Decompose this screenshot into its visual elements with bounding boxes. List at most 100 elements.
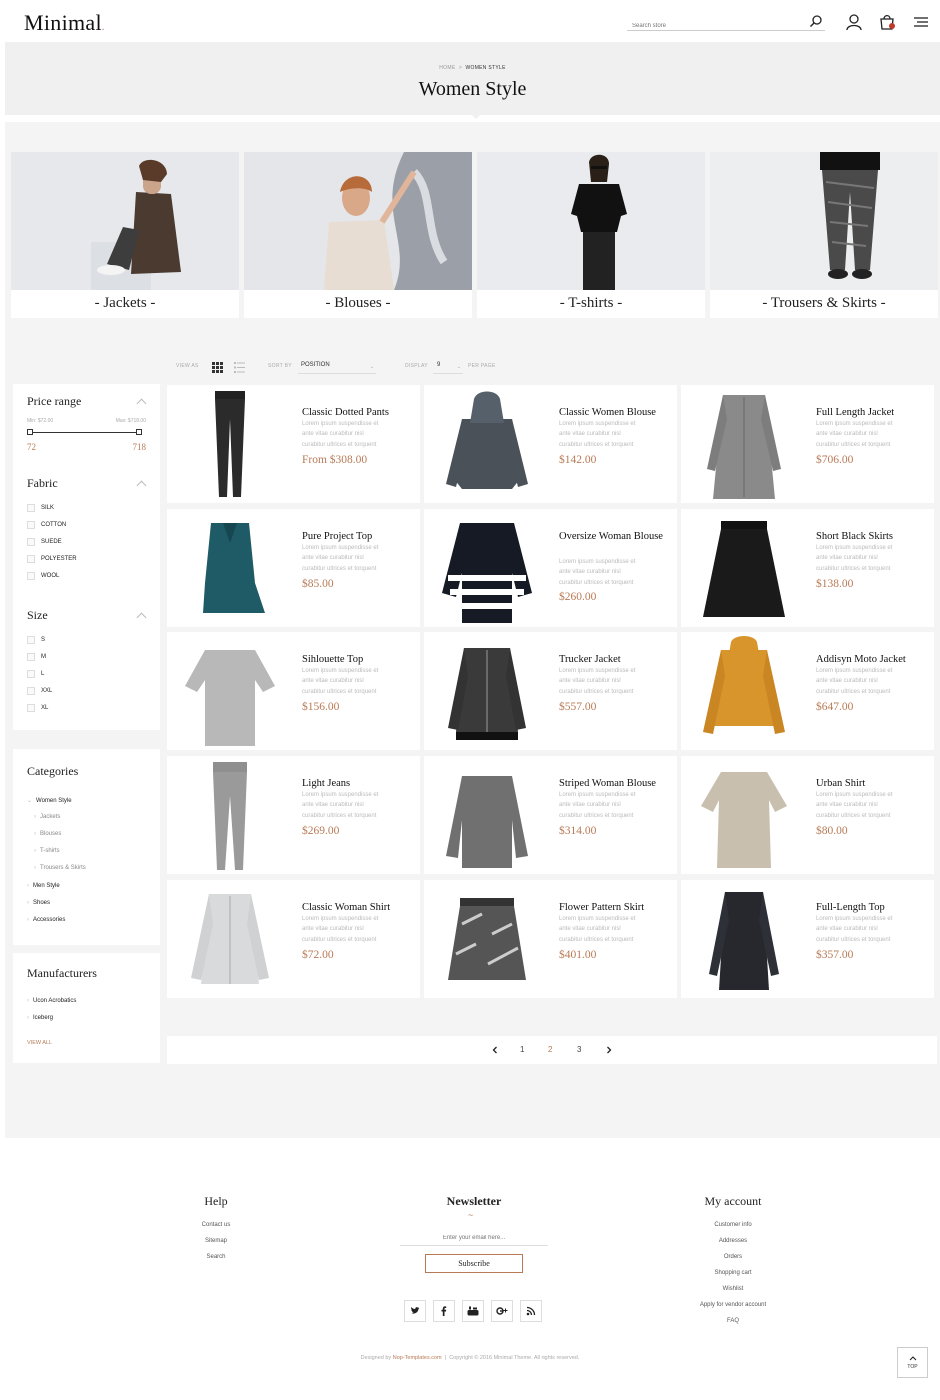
checkbox[interactable]	[27, 670, 35, 678]
checkbox[interactable]	[27, 687, 35, 695]
category-link[interactable]: › T-shirts	[34, 848, 60, 854]
product-image[interactable]	[689, 884, 799, 996]
collapse-icon[interactable]	[136, 612, 147, 623]
product-image[interactable]	[432, 760, 542, 872]
product-card[interactable]: Urban Shirt Lorem ipsum suspendisse et ant…	[681, 756, 934, 874]
product-name[interactable]: Oversize Woman Blouse	[559, 530, 671, 543]
product-name[interactable]: Light Jeans	[302, 777, 414, 790]
checkbox[interactable]	[27, 572, 35, 580]
fabric-option[interactable]: SILK	[27, 504, 54, 512]
back-to-top-button[interactable]: TOP	[897, 1347, 928, 1378]
product-card[interactable]: Addisyn Moto Jacket Lorem ipsum suspendis…	[681, 632, 934, 750]
product-card[interactable]: Classic Dotted Pants Lorem ipsum suspendi…	[167, 385, 420, 503]
display-select[interactable]: 9 ⌄	[433, 362, 463, 374]
size-option[interactable]: XXL	[27, 687, 52, 695]
checkbox[interactable]	[27, 555, 35, 563]
product-card[interactable]: Oversize Woman Blouse Lorem ipsum suspend…	[424, 509, 677, 627]
product-image[interactable]	[432, 636, 542, 748]
checkbox[interactable]	[27, 636, 35, 644]
category-link[interactable]: › Blouses	[34, 831, 61, 837]
product-image[interactable]	[689, 513, 799, 625]
page-link-2[interactable]: 2	[548, 1045, 552, 1054]
category-link[interactable]: ⌄ Women Style	[27, 797, 72, 804]
category-tile-trousers-skirts[interactable]: - Trousers & Skirts -	[710, 152, 938, 318]
search-input[interactable]	[627, 18, 797, 34]
product-image[interactable]	[175, 636, 285, 748]
google-plus-button[interactable]	[491, 1300, 513, 1322]
product-name[interactable]: Classic Dotted Pants	[302, 406, 414, 419]
footer-link[interactable]: Search	[166, 1254, 266, 1260]
list-view-icon[interactable]	[234, 362, 245, 373]
footer-link[interactable]: FAQ	[663, 1318, 803, 1324]
checkbox[interactable]	[27, 704, 35, 712]
product-name[interactable]: Urban Shirt	[816, 777, 928, 790]
newsletter-email-input[interactable]	[400, 1230, 548, 1246]
user-icon[interactable]	[845, 13, 863, 31]
product-image[interactable]	[432, 389, 542, 501]
category-link[interactable]: › Jackets	[34, 814, 60, 820]
product-name[interactable]: Striped Woman Blouse	[559, 777, 671, 790]
footer-link[interactable]: Contact us	[166, 1222, 266, 1228]
product-image[interactable]	[175, 760, 285, 872]
product-image[interactable]	[432, 884, 542, 996]
fabric-option[interactable]: SUEDE	[27, 538, 62, 546]
fabric-option[interactable]: WOOL	[27, 572, 59, 580]
product-card[interactable]: Striped Woman Blouse Lorem ipsum suspendi…	[424, 756, 677, 874]
manufacturer-link[interactable]: › Ucon Acrobatics	[27, 998, 76, 1004]
product-card[interactable]: Sihlouette Top Lorem ipsum suspendisse et…	[167, 632, 420, 750]
category-link[interactable]: › Shoes	[27, 900, 50, 906]
product-name[interactable]: Flower Pattern Skirt	[559, 901, 671, 914]
collapse-icon[interactable]	[136, 480, 147, 491]
category-tile-blouses[interactable]: - Blouses -	[244, 152, 472, 318]
product-card[interactable]: Classic Women Blouse Lorem ipsum suspendi…	[424, 385, 677, 503]
category-link[interactable]: › Accessories	[27, 917, 65, 923]
chevron-right-icon[interactable]	[605, 1046, 613, 1054]
product-name[interactable]: Classic Women Blouse	[559, 406, 671, 419]
product-name[interactable]: Addisyn Moto Jacket	[816, 653, 928, 666]
facebook-button[interactable]	[433, 1300, 455, 1322]
product-card[interactable]: Pure Project Top Lorem ipsum suspendisse …	[167, 509, 420, 627]
product-card[interactable]: Short Black Skirts Lorem ipsum suspendiss…	[681, 509, 934, 627]
product-image[interactable]	[432, 513, 542, 625]
menu-icon[interactable]	[912, 13, 930, 31]
cart-icon[interactable]	[878, 13, 896, 31]
product-image[interactable]	[175, 513, 285, 625]
product-name[interactable]: Sihlouette Top	[302, 653, 414, 666]
designer-link[interactable]: Nop-Templates.com	[393, 1355, 442, 1361]
subscribe-button[interactable]: Subscribe	[425, 1254, 523, 1273]
category-tile-jackets[interactable]: - Jackets -	[11, 152, 239, 318]
product-name[interactable]: Trucker Jacket	[559, 653, 671, 666]
price-slider-max-handle[interactable]	[136, 429, 142, 435]
product-image[interactable]	[175, 389, 285, 501]
fabric-option[interactable]: POLYESTER	[27, 555, 77, 563]
product-image[interactable]	[689, 389, 799, 501]
manufacturer-link[interactable]: › Iceberg	[27, 1015, 53, 1021]
footer-link[interactable]: Shopping cart	[663, 1270, 803, 1276]
footer-link[interactable]: Addresses	[663, 1238, 803, 1244]
fabric-option[interactable]: COTTON	[27, 521, 66, 529]
footer-link[interactable]: Wishlist	[663, 1286, 803, 1292]
grid-view-icon[interactable]	[212, 362, 223, 373]
product-image[interactable]	[175, 884, 285, 996]
size-option[interactable]: L	[27, 670, 44, 678]
product-image[interactable]	[689, 636, 799, 748]
product-card[interactable]: Full Length Jacket Lorem ipsum suspendiss…	[681, 385, 934, 503]
collapse-icon[interactable]	[136, 398, 147, 409]
category-link[interactable]: › Trousers & Skirts	[34, 865, 86, 871]
footer-link[interactable]: Customer info	[663, 1222, 803, 1228]
price-slider-min-handle[interactable]	[27, 429, 33, 435]
search-icon[interactable]	[809, 14, 823, 28]
size-option[interactable]: XL	[27, 704, 48, 712]
product-name[interactable]: Classic Woman Shirt	[302, 901, 414, 914]
youtube-button[interactable]	[462, 1300, 484, 1322]
footer-link[interactable]: Orders	[663, 1254, 803, 1260]
footer-link[interactable]: Sitemap	[166, 1238, 266, 1244]
footer-link[interactable]: Apply for vendor account	[663, 1302, 803, 1308]
product-card[interactable]: Classic Woman Shirt Lorem ipsum suspendis…	[167, 880, 420, 998]
product-card[interactable]: Trucker Jacket Lorem ipsum suspendisse et…	[424, 632, 677, 750]
product-card[interactable]: Full-Length Top Lorem ipsum suspendisse e…	[681, 880, 934, 998]
size-option[interactable]: M	[27, 653, 46, 661]
sort-select[interactable]: POSITION ⌄	[298, 362, 376, 374]
twitter-button[interactable]	[404, 1300, 426, 1322]
product-card[interactable]: Light Jeans Lorem ipsum suspendisse et ant…	[167, 756, 420, 874]
